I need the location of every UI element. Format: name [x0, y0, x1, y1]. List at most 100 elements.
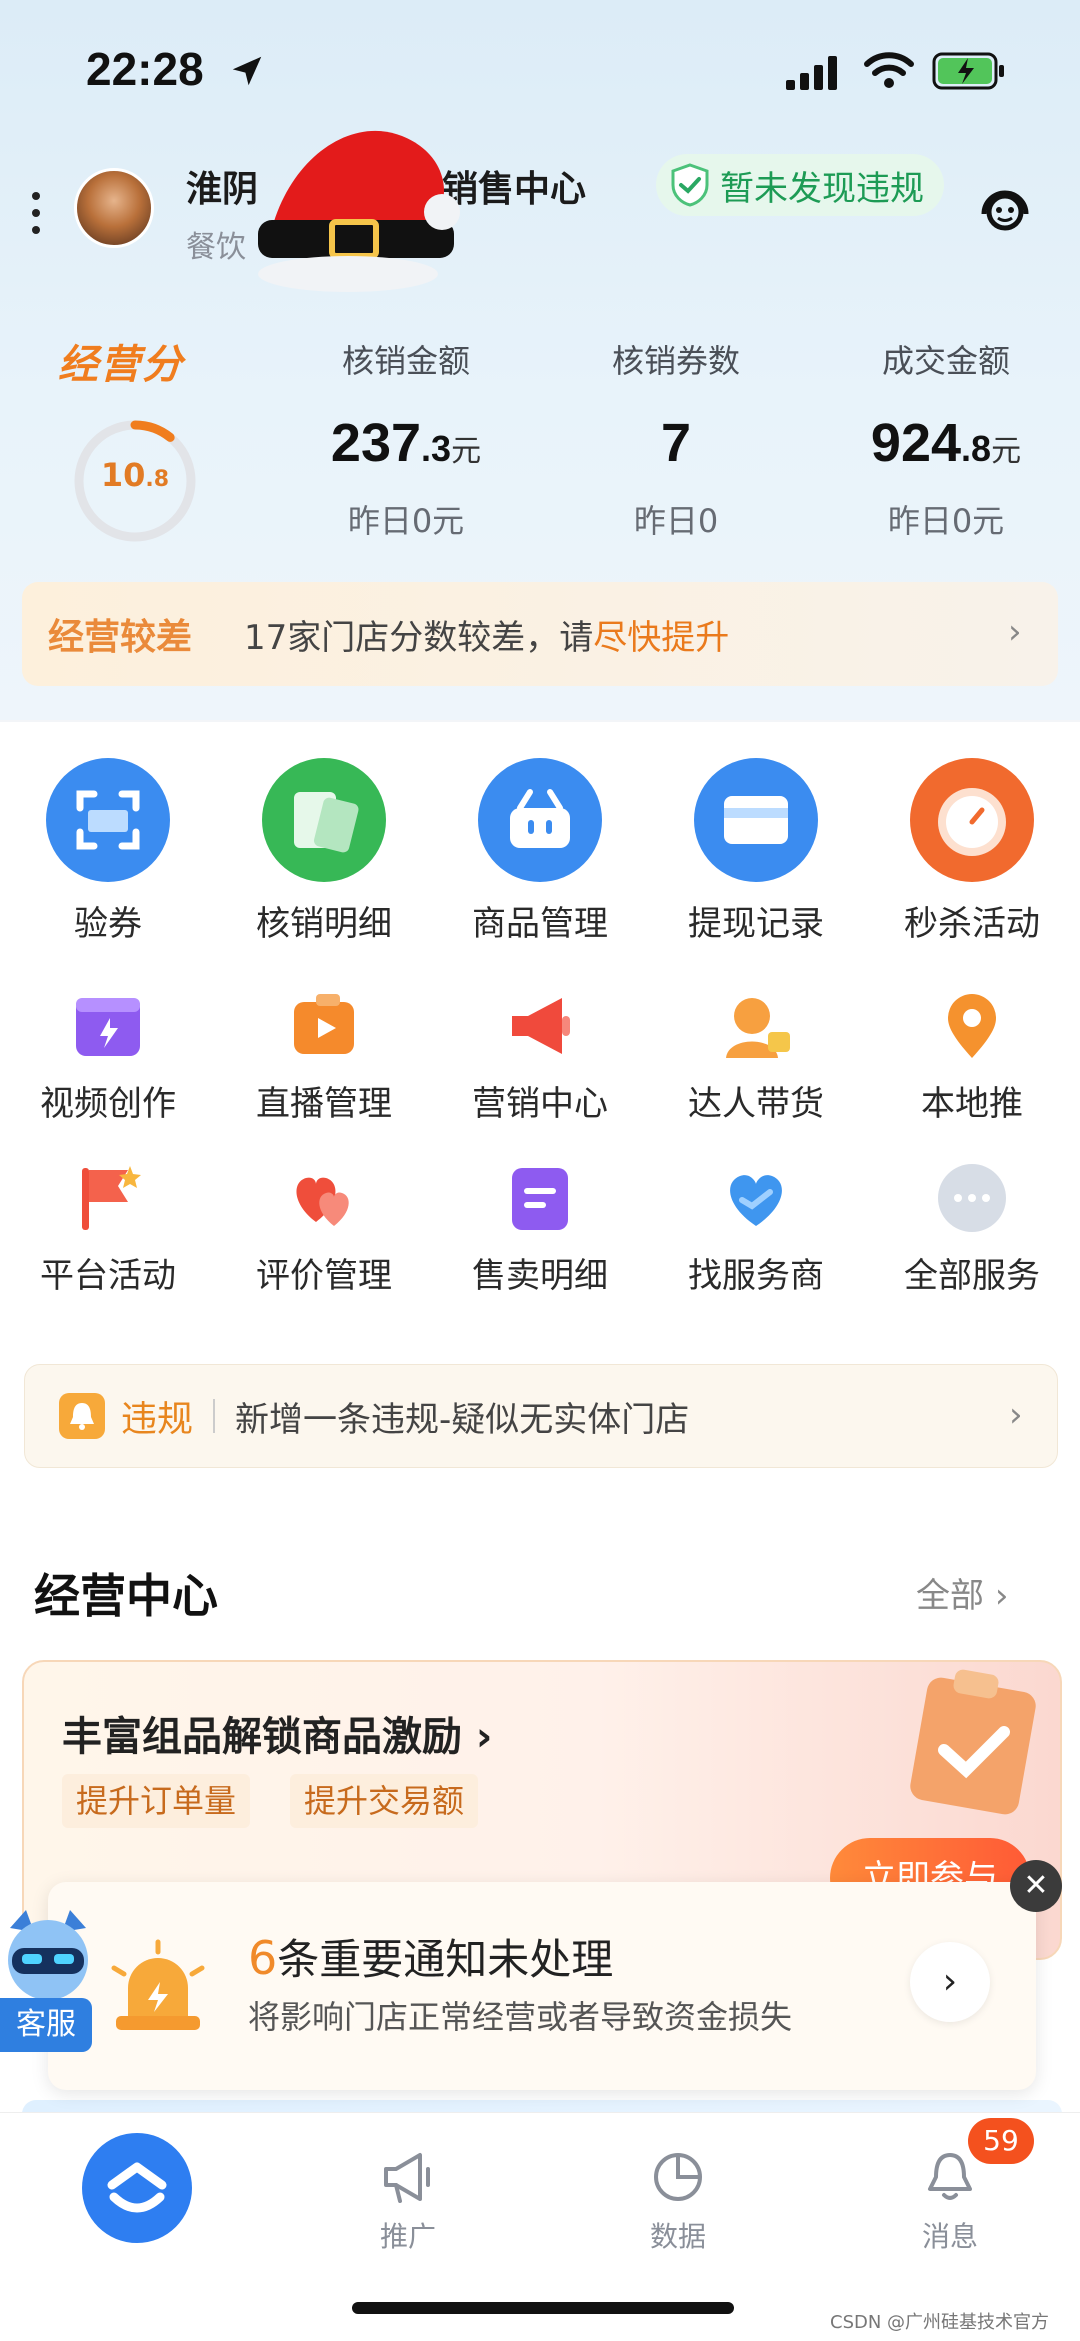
flag-icon [82, 1166, 141, 1230]
tab-label: 推广 [379, 2220, 436, 2253]
status-time: 22:28 [86, 43, 204, 95]
service-label: 达人带货 [688, 1084, 824, 1124]
service-redeem-details[interactable]: 核销明细 [216, 756, 432, 945]
scan-icon [46, 758, 170, 882]
pie-chart-icon [654, 2153, 702, 2201]
compliance-text: 暂未发现违规 [720, 168, 924, 209]
influencer-icon [726, 998, 790, 1058]
live-icon [294, 994, 354, 1054]
metric-transaction-amount[interactable]: 成交金额 924.8元 昨日0元 [806, 336, 1080, 542]
service-label: 秒杀活动 [904, 904, 1040, 944]
bell-icon [59, 1393, 105, 1439]
service-label: 平台活动 [40, 1256, 176, 1296]
video-icon [76, 998, 140, 1056]
promo-tag: 提升订单量 [62, 1774, 251, 1828]
wallet-icon [694, 758, 818, 882]
service-label: 提现记录 [688, 904, 824, 944]
tab-data[interactable]: 数据 [598, 2149, 758, 2255]
customer-support-icon[interactable] [976, 182, 1034, 238]
chevron-right-icon: › [1008, 612, 1022, 652]
compliance-badge[interactable]: 暂未发现违规 [656, 154, 944, 216]
metric-redeemed-count[interactable]: 核销券数 7 昨日0 [536, 336, 816, 542]
notice-open-button[interactable]: › [910, 1942, 990, 2022]
megaphone-icon [384, 2153, 430, 2203]
siren-icon [111, 1939, 205, 2030]
metric-label: 成交金额 [881, 342, 1010, 380]
clipboard-check-icon [910, 1669, 1036, 1815]
service-flash-sale[interactable]: 秒杀活动 [864, 756, 1080, 945]
service-label: 找服务商 [688, 1256, 824, 1296]
tab-label: 消息 [921, 2220, 978, 2253]
metric-yesterday: 昨日0元 [887, 502, 1005, 540]
notice-title: 6条重要通知未处理 [248, 1931, 614, 1985]
metric-value: 7 [660, 413, 692, 473]
service-influencer-sales[interactable]: 达人带货 [648, 988, 864, 1125]
service-platform-activity[interactable]: 平台活动 [0, 1160, 216, 1297]
battery-charging-icon [932, 52, 1004, 90]
location-icon [948, 994, 996, 1058]
cards-icon [262, 758, 386, 882]
watermark: CSDN @广州硅基技术官方 [830, 2312, 1050, 2333]
score-value-dec: .8 [145, 467, 170, 492]
megaphone-icon [512, 998, 570, 1054]
service-withdraw-records[interactable]: 提现记录 [648, 756, 864, 945]
more-menu-icon[interactable] [28, 188, 44, 238]
service-label: 直播管理 [256, 1084, 392, 1124]
service-label: 验券 [74, 904, 142, 944]
view-all-link[interactable]: 全部 › [916, 1568, 1008, 1617]
service-label: 核销明细 [256, 904, 392, 944]
list-icon [512, 1168, 568, 1230]
promo-tag: 提升交易额 [290, 1774, 479, 1828]
service-label: 本地推 [921, 1084, 1023, 1124]
service-product-management[interactable]: 商品管理 [432, 756, 648, 945]
service-all-services[interactable]: 全部服务 [864, 1160, 1080, 1297]
service-video-creation[interactable]: 视频创作 [0, 988, 216, 1125]
metric-yesterday: 昨日0 [633, 502, 719, 540]
service-find-provider[interactable]: 找服务商 [648, 1160, 864, 1297]
service-label: 营销中心 [472, 1084, 608, 1124]
violation-alert-bar[interactable]: 违规 新增一条违规-疑似无实体门店 › [24, 1364, 1058, 1468]
tab-messages[interactable]: 消息 [870, 2149, 1030, 2255]
metric-label: 核销金额 [341, 342, 470, 380]
service-local-promotion[interactable]: 本地推 [864, 988, 1080, 1125]
basket-icon [478, 758, 602, 882]
home-indicator [352, 2302, 734, 2314]
customer-service-label[interactable]: 客服 [0, 1998, 92, 2052]
violation-message: 新增一条违规-疑似无实体门店 [235, 1399, 690, 1440]
tab-promotion[interactable]: 推广 [328, 2149, 488, 2255]
service-label: 商品管理 [472, 904, 608, 944]
service-label: 评价管理 [256, 1256, 392, 1296]
store-avatar[interactable] [74, 168, 154, 248]
service-marketing-center[interactable]: 营销中心 [432, 988, 648, 1125]
metric-redeemed-amount[interactable]: 核销金额 237.3元 昨日0元 [266, 336, 546, 542]
home-logo-icon [107, 2162, 167, 2213]
performance-alert-bar[interactable]: 经营较差 17家门店分数较差，请尽快提升 › [22, 582, 1058, 686]
metric-value: 237.3元 [330, 413, 482, 473]
important-notice-card[interactable]: 6条重要通知未处理 将影响门店正常经营或者导致资金损失 › [48, 1882, 1036, 2090]
bell-icon [928, 2153, 972, 2200]
signal-icon [786, 56, 837, 90]
service-live-management[interactable]: 直播管理 [216, 988, 432, 1125]
chevron-right-icon: › [1009, 1395, 1023, 1435]
service-review-management[interactable]: 评价管理 [216, 1160, 432, 1297]
score-title[interactable]: 经营分 [58, 332, 184, 390]
status-bar: 22:28 [0, 0, 1080, 140]
service-sales-details[interactable]: 售卖明细 [432, 1160, 648, 1297]
notice-subtitle: 将影响门店正常经营或者导致资金损失 [248, 1998, 793, 2036]
shield-check-icon [671, 163, 709, 207]
score-value: 10.8 [68, 456, 202, 494]
divider [213, 1399, 216, 1433]
metric-value: 924.8元 [870, 413, 1022, 473]
chevron-right-icon: › [994, 1576, 1009, 1616]
service-label: 全部服务 [904, 1256, 1040, 1296]
close-notice-button[interactable]: ✕ [1010, 1860, 1062, 1912]
location-arrow-icon [232, 56, 262, 86]
clock-icon [910, 758, 1034, 882]
promo-title: 丰富组品解锁商品激励 › [62, 1714, 493, 1760]
metric-yesterday: 昨日0元 [347, 502, 465, 540]
service-verify-coupon[interactable]: 验券 [0, 756, 216, 945]
heart-handshake-icon [730, 1175, 782, 1226]
home-tab[interactable] [82, 2133, 192, 2243]
performance-message: 17家门店分数较差，请尽快提升 [244, 617, 730, 658]
santa-hat-icon [258, 130, 460, 292]
